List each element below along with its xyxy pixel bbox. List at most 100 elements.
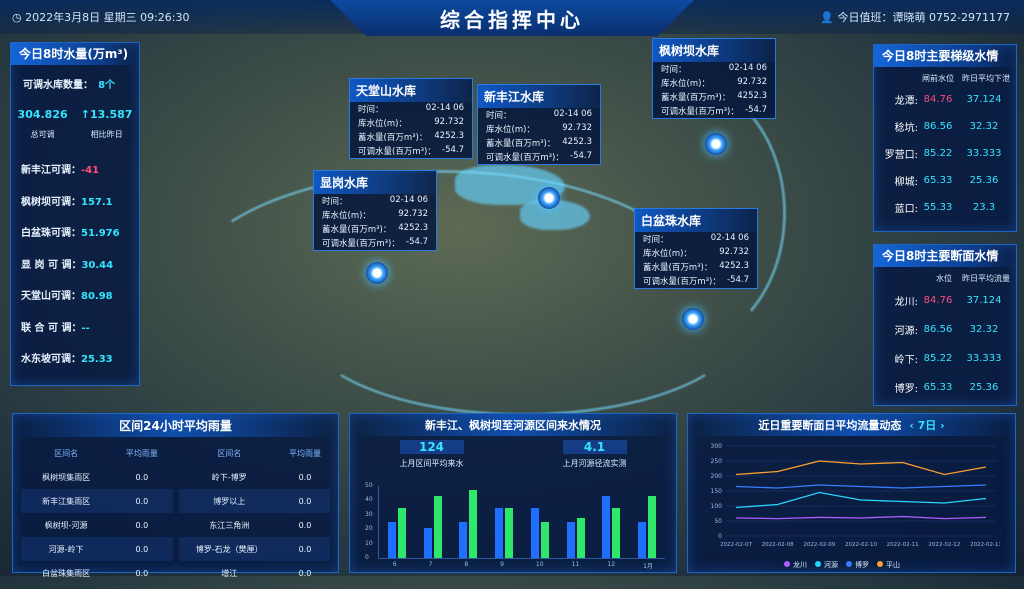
reservoir-card[interactable]: 枫树坝水库 时间： 02-14 06 库水位(m)： 92.732 蓄水量(百万m³)： 4…: [652, 38, 776, 119]
reservoir-row[interactable]: 枫树坝可调：157.1: [11, 184, 139, 216]
bar[interactable]: [576, 517, 585, 558]
legend-label[interactable]: 龙川: [793, 561, 807, 569]
area-name: 枫树坝-河源: [44, 520, 88, 530]
legend-swatch: [846, 561, 852, 567]
reservoir-row[interactable]: 新丰江可调：-41: [11, 152, 139, 184]
bar[interactable]: [540, 522, 549, 558]
station-row[interactable]: 博罗: 65.33 25.36: [874, 373, 1016, 402]
value: 8个: [98, 80, 116, 91]
label: 可调水库数量：: [23, 80, 93, 91]
station-row[interactable]: 柳城: 65.33 25.36: [874, 167, 1016, 194]
reservoir-row[interactable]: 天堂山可调：80.98: [11, 278, 139, 310]
range-selector[interactable]: ‹ 7日 ›: [909, 419, 944, 432]
table-header: 区间名 平均雨量: [21, 441, 173, 465]
card-value: 4252.3: [434, 131, 464, 141]
x-tick: 8: [464, 561, 469, 568]
table-row[interactable]: 增江 0.0: [179, 561, 331, 585]
bar[interactable]: [638, 522, 647, 558]
col-header: 闸前水位: [922, 74, 954, 83]
station-name: 博罗:: [894, 384, 918, 395]
series-line[interactable]: [735, 491, 987, 509]
reservoir-marker[interactable]: [705, 133, 727, 155]
series-line[interactable]: [735, 484, 987, 489]
reservoir-card[interactable]: 新丰江水库 时间： 02-14 06 库水位(m)： 92.732 蓄水量(百万m³)： 4…: [477, 84, 601, 165]
table-row[interactable]: 河源-岭下 0.0: [21, 537, 173, 561]
bar[interactable]: [530, 507, 539, 558]
bar[interactable]: [459, 522, 468, 558]
reservoir-row[interactable]: 白盆珠可调：51.976: [11, 215, 139, 247]
bar[interactable]: [387, 522, 396, 558]
bar[interactable]: [423, 527, 432, 558]
reservoir-card[interactable]: 天堂山水库 时间： 02-14 06 库水位(m)： 92.732 蓄水量(百万m³)： 4…: [349, 78, 473, 159]
x-tick: 9: [500, 561, 504, 568]
station-row[interactable]: 龙潭: 84.76 37.124: [874, 86, 1016, 113]
card-row: 时间： 02-14 06: [314, 194, 436, 208]
series-line[interactable]: [735, 460, 987, 476]
y-tick: 10: [365, 539, 373, 547]
series-line[interactable]: [735, 515, 987, 520]
x-tick: 7: [428, 561, 433, 568]
card-label: 蓄水量(百万m³)：: [486, 139, 556, 149]
bar[interactable]: [433, 496, 442, 558]
area-name: 河源-岭下: [21, 537, 112, 561]
card-value: -54.7: [406, 237, 428, 247]
card-label: 库水位(m)：: [486, 125, 535, 135]
bar[interactable]: [602, 496, 611, 558]
table-row[interactable]: 博罗-石龙（樊厘） 0.0: [178, 537, 330, 561]
bar[interactable]: [495, 507, 504, 558]
table-row[interactable]: 博罗以上 0.0: [178, 489, 330, 513]
station-row[interactable]: 蓝口: 55.33 23.3: [874, 194, 1016, 221]
reservoir-row[interactable]: 联 合 可 调：--: [11, 310, 139, 342]
station-row[interactable]: 龙川: 84.76 37.124: [874, 286, 1016, 315]
table-row[interactable]: 白盆珠集雨区 0.0: [21, 561, 173, 585]
table-row[interactable]: 岭下-博罗 0.0: [179, 465, 331, 489]
table-row[interactable]: 枫树坝集雨区 0.0: [21, 465, 173, 489]
reservoir-row[interactable]: 水东坡可调：25.33: [11, 341, 139, 373]
table-row[interactable]: 东江三角洲 0.0: [179, 513, 331, 537]
reservoir-label: 水东坡可调：: [21, 354, 81, 365]
reservoir-card[interactable]: 显岗水库 时间： 02-14 06 库水位(m)： 92.732 蓄水量(百万m³)： 42…: [313, 170, 437, 251]
station-flow: 37.124: [966, 94, 1002, 105]
reservoir-label: 天堂山可调：: [21, 291, 81, 302]
bar[interactable]: [566, 522, 575, 558]
reservoir-card[interactable]: 白盆珠水库 时间： 02-14 06 库水位(m)： 92.732 蓄水量(百万m³)： 4…: [634, 208, 758, 289]
legend-label[interactable]: 河源: [824, 561, 838, 569]
change-value: ↑13.587: [80, 108, 133, 121]
rain-value: 0.0: [111, 489, 173, 513]
table-row[interactable]: 枫树坝-河源 0.0: [21, 513, 173, 537]
rain-value: 0.0: [298, 472, 312, 482]
card-row: 蓄水量(百万m³)： 4252.3: [350, 130, 472, 144]
card-row: 库水位(m)： 92.732: [350, 116, 472, 130]
card-row: 库水位(m)： 92.732: [653, 76, 775, 90]
station-row[interactable]: 罗营口: 85.22 33.333: [874, 140, 1016, 167]
reservoir-row[interactable]: 显 岗 可 调：30.44: [11, 247, 139, 279]
bar[interactable]: [397, 507, 406, 558]
duty-text: 今日值班：谭晓萌 0752-2971177: [837, 11, 1010, 24]
y-tick: 20: [365, 525, 373, 533]
duty-info: 👤 今日值班：谭晓萌 0752-2971177: [820, 9, 1010, 25]
card-value: 02-14 06: [553, 109, 592, 119]
card-value: 4252.3: [398, 223, 428, 233]
x-tick: 2022-02-09: [803, 542, 835, 548]
legend-swatch: [877, 561, 883, 567]
card-label: 可调水量(百万m³)：: [358, 147, 436, 157]
rain-value: 0.0: [279, 489, 330, 513]
bar[interactable]: [612, 507, 621, 558]
card-row: 可调水量(百万m³)： -54.7: [350, 144, 472, 158]
table-row[interactable]: 新丰江集雨区 0.0: [21, 489, 173, 513]
station-row[interactable]: 稔坑: 86.56 32.32: [874, 113, 1016, 140]
bar[interactable]: [469, 490, 478, 558]
station-row[interactable]: 河源: 86.56 32.32: [874, 315, 1016, 344]
legend-label[interactable]: 平山: [886, 561, 900, 569]
station-level: 55.33: [923, 202, 953, 213]
reservoir-marker[interactable]: [538, 187, 560, 209]
card-title: 天堂山水库: [350, 79, 472, 102]
reservoir-marker[interactable]: [682, 308, 704, 330]
legend-label[interactable]: 博罗: [855, 561, 869, 569]
bar[interactable]: [648, 496, 657, 558]
bar[interactable]: [505, 507, 514, 558]
reservoir-marker[interactable]: [366, 262, 388, 284]
card-label: 可调水量(百万m³)：: [643, 277, 721, 287]
station-row[interactable]: 岭下: 85.22 33.333: [874, 344, 1016, 373]
card-value: 4252.3: [737, 91, 767, 101]
